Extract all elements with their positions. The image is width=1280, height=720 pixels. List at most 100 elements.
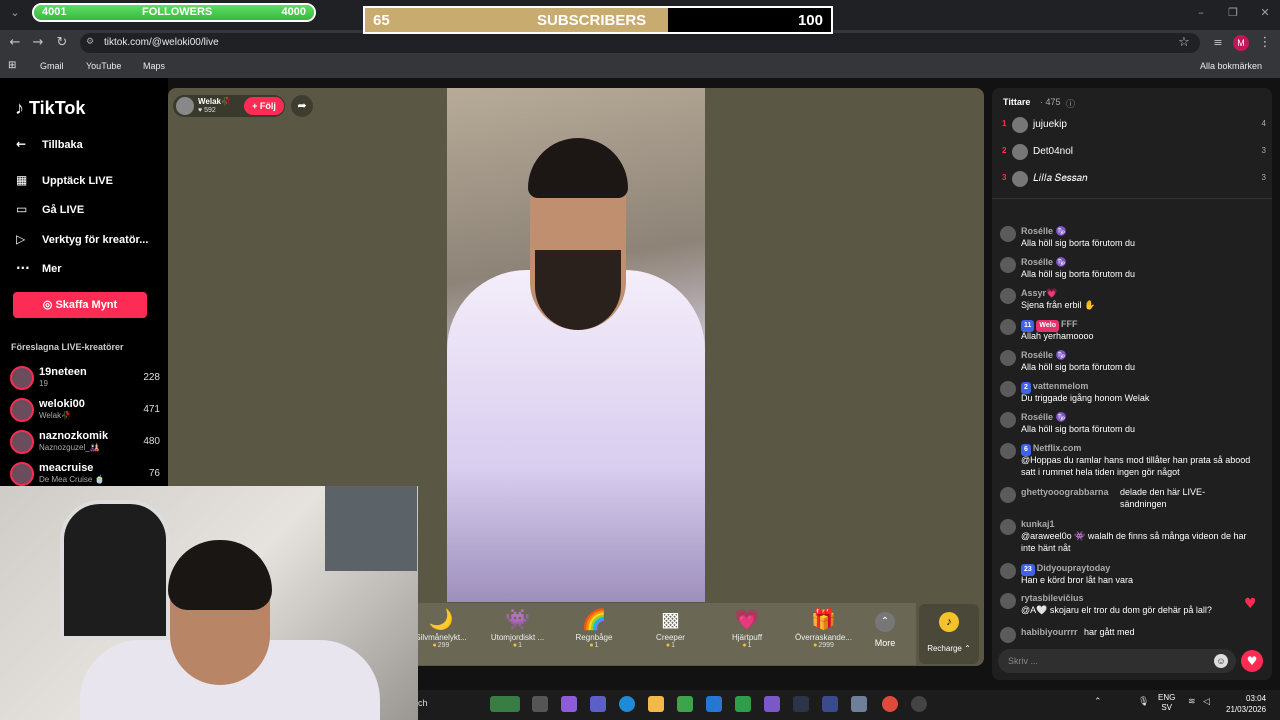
bookmark-maps[interactable]: Maps (143, 61, 165, 71)
minimize-button[interactable]: – (1192, 6, 1210, 22)
photos-icon[interactable] (851, 696, 867, 712)
reload-icon[interactable]: ↻ (53, 34, 71, 52)
chat-user[interactable]: Assyr💗 (1021, 287, 1057, 299)
top-viewer[interactable]: 2 Det04nol 3 (1002, 144, 1266, 162)
creator-avatar[interactable] (10, 398, 34, 422)
chat-user[interactable]: kunkaj1 (1021, 518, 1055, 530)
file-explorer-icon[interactable] (648, 696, 664, 712)
bookmark-gmail[interactable]: Gmail (40, 61, 64, 71)
app2-icon[interactable] (822, 696, 838, 712)
edge-icon[interactable] (619, 696, 635, 712)
emoji-icon[interactable]: ☺ (1214, 654, 1228, 668)
chat-avatar[interactable] (1000, 563, 1016, 579)
all-bookmarks[interactable]: Alla bokmärken (1200, 61, 1262, 71)
chat-avatar[interactable] (1000, 627, 1016, 643)
chat-user[interactable]: rytasbilevičius (1021, 592, 1084, 604)
chat-avatar[interactable] (1000, 381, 1016, 397)
share-icon[interactable]: ➦ (291, 95, 313, 117)
menu-icon[interactable]: ⋮ (1256, 34, 1274, 52)
host-name[interactable]: Welak🥀 (198, 97, 231, 106)
info-icon[interactable]: ⓘ (1066, 97, 1075, 110)
microphone-icon[interactable]: 🎙 (1138, 697, 1149, 707)
chat-avatar[interactable] (1000, 288, 1016, 304)
nav-go-live[interactable]: ▭ Gå LIVE (16, 202, 84, 216)
shield-icon[interactable] (735, 696, 751, 712)
obs-icon[interactable] (911, 696, 927, 712)
profile-avatar[interactable]: M (1233, 35, 1249, 51)
back-icon[interactable]: ← (6, 34, 24, 52)
store-icon[interactable] (677, 696, 693, 712)
games-icon[interactable] (764, 696, 780, 712)
creator-avatar[interactable] (10, 430, 34, 454)
apps-icon[interactable]: ⊞ (8, 60, 16, 71)
more-gifts-button[interactable]: ⌃ More (866, 608, 904, 648)
chat-avatar[interactable] (1000, 593, 1016, 609)
tiktok-logo[interactable]: ♪ TikTok (15, 98, 85, 119)
get-coins-button[interactable]: ◎ Skaffa Mynt (13, 292, 147, 318)
gift-item[interactable]: ▩ Creeper1 (632, 607, 710, 649)
tab-search-icon[interactable]: ⌄ (6, 6, 24, 22)
app-icon[interactable] (793, 696, 809, 712)
recharge-button[interactable]: ♪ Recharge ⌃ (919, 604, 979, 664)
chat-avatar[interactable] (1000, 443, 1016, 459)
top-viewer[interactable]: 1 jujuekip 4 (1002, 117, 1266, 135)
gift-item[interactable]: 🎁 Överraskande...2999 (785, 607, 863, 649)
nav-more[interactable]: ··· Mer (16, 261, 62, 275)
viewer-score: 3 (1261, 146, 1266, 155)
follow-button[interactable]: + Följ (244, 97, 284, 115)
suggested-creator[interactable]: weloki00 Welak🥀 471 (10, 398, 160, 428)
like-heart-button[interactable]: ♥ (1241, 650, 1263, 672)
forward-icon[interactable]: → (29, 34, 47, 52)
creator-avatar[interactable] (10, 462, 34, 486)
chat-avatar[interactable] (1000, 226, 1016, 242)
url-text: tiktok.com/@weloki00/live (104, 37, 219, 48)
suggested-creator[interactable]: 19neteen 19 228 (10, 366, 160, 396)
host-avatar[interactable] (176, 97, 194, 115)
chat-input[interactable]: Skriv ... (998, 649, 1236, 673)
teams-icon[interactable] (590, 696, 606, 712)
volume-icon[interactable]: ◁ (1203, 697, 1210, 707)
site-info-icon[interactable]: ⚙ (86, 37, 94, 47)
maximize-button[interactable]: ❐ (1224, 6, 1242, 22)
bookmark-youtube[interactable]: YouTube (86, 61, 121, 71)
chat-avatar[interactable] (1000, 412, 1016, 428)
chat-user[interactable]: ghettyooograbbarna (1021, 486, 1109, 498)
subscribers-current: 65 (373, 12, 390, 29)
gift-item[interactable]: 💗 Hjärtpuff1 (708, 607, 786, 649)
nav-creator-tools[interactable]: ▷ Verktyg för kreatör... (16, 232, 148, 246)
media-control-icon[interactable]: ≡ (1209, 34, 1227, 52)
gift-item[interactable]: 👾 Utomjordiskt ...1 (479, 607, 557, 649)
widgets-icon[interactable] (490, 696, 520, 712)
nav-discover-live[interactable]: ▦ Upptäck LIVE (16, 173, 113, 187)
chat-user[interactable]: Rosélle ♑ (1021, 256, 1067, 268)
bookmark-star-icon[interactable]: ☆ (1175, 34, 1193, 52)
mail-icon[interactable] (706, 696, 722, 712)
language-indicator[interactable]: ENG SV (1158, 693, 1175, 713)
chat-avatar[interactable] (1000, 350, 1016, 366)
top-viewer[interactable]: 3 𝐿𝑖𝑙𝑙𝑎 𝑆𝑒𝑠𝑠𝑎𝑛 3 (1002, 171, 1266, 189)
chat-avatar[interactable] (1000, 487, 1016, 503)
suggested-creator[interactable]: naznozkomik Naznozguzel_🎎 480 (10, 430, 160, 460)
chat-avatar[interactable] (1000, 257, 1016, 273)
taskbar-search-text[interactable]: ch (418, 698, 428, 708)
chat-user[interactable]: Rosélle ♑ (1021, 411, 1067, 423)
close-window-button[interactable]: ✕ (1256, 6, 1274, 22)
gift-item[interactable]: 🌈 Regnbåge1 (555, 607, 633, 649)
task-view-icon[interactable] (532, 696, 548, 712)
chat-user[interactable]: Rosélle ♑ (1021, 225, 1067, 237)
clock[interactable]: 03:04 21/03/2026 (1226, 693, 1266, 715)
chrome-icon[interactable] (882, 696, 898, 712)
chat-avatar[interactable] (1000, 319, 1016, 335)
gift-name: Överraskande... (795, 633, 852, 642)
chat-user[interactable]: habibiyourrrr (1021, 626, 1078, 638)
chat-user[interactable]: Rosélle ♑ (1021, 349, 1067, 361)
copilot-icon[interactable] (561, 696, 577, 712)
address-bar[interactable]: tiktok.com/@weloki00/live (80, 33, 1200, 53)
tray-chevron-icon[interactable]: ⌃ (1094, 697, 1102, 707)
back-link[interactable]: ← Tillbaka (16, 137, 83, 151)
creator-avatar[interactable] (10, 366, 34, 390)
chevron-up-icon: ⌃ (875, 612, 895, 632)
subscribers-label: SUBSCRIBERS (537, 12, 647, 29)
chat-avatar[interactable] (1000, 519, 1016, 535)
wifi-icon[interactable]: ≋ (1188, 697, 1196, 707)
